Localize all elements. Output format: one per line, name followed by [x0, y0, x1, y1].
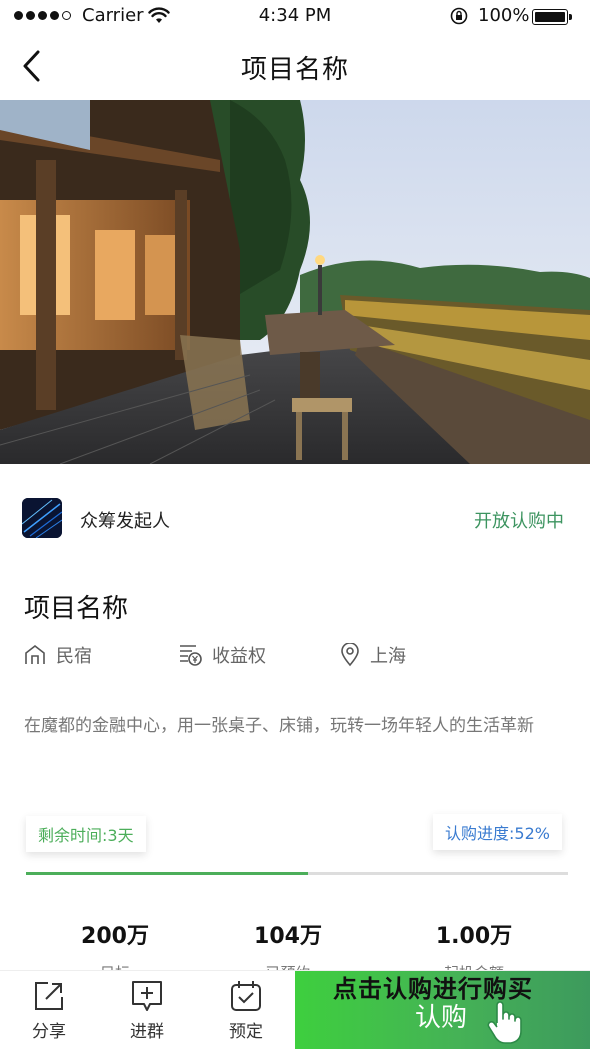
tab-share[interactable]: 分享	[19, 979, 79, 1042]
share-icon	[35, 982, 63, 1010]
meta-type-label: 收益权	[212, 646, 266, 667]
battery-percentage: 100%	[478, 5, 530, 26]
status-bar: Carrier 4:34 PM 100%	[0, 0, 590, 34]
chat-plus-icon	[132, 981, 162, 1011]
subscription-progress-tag: 认购进度:52%	[433, 814, 562, 850]
meta-location: 上海	[340, 642, 406, 668]
battery-icon	[532, 9, 572, 25]
hand-tap-icon	[487, 1001, 522, 1044]
project-description: 在魔都的金融中心，用一张桌子、床铺，玩转一场年轻人的生活革新	[24, 716, 534, 736]
stat-minimum-value: 1.00万	[435, 924, 513, 949]
tab-reserve[interactable]: 预定	[216, 979, 276, 1042]
meta-type: 收益权	[178, 642, 266, 668]
tab-join-group[interactable]: 进群	[117, 979, 177, 1042]
progress-bar	[26, 872, 568, 875]
stat-reserved-value: 104万	[254, 924, 322, 949]
page-title: 项目名称	[240, 55, 349, 85]
status-badge: 开放认购中	[474, 511, 564, 532]
stat-target-value: 200万	[81, 924, 149, 949]
tab-share-label: 分享	[32, 1022, 66, 1042]
tab-join-group-label: 进群	[130, 1022, 164, 1042]
tab-reserve-label: 预定	[229, 1022, 263, 1042]
subscribe-label: 认购	[415, 1003, 468, 1033]
house-icon	[25, 644, 45, 664]
location-pin-icon	[341, 643, 359, 667]
subscribe-button[interactable]: 点击认购进行购买 认购	[295, 971, 590, 1049]
hero-image	[0, 100, 590, 464]
project-meta: 民宿 收益权 上海	[0, 642, 590, 672]
rotation-lock-icon	[450, 7, 468, 25]
bottom-action-bar: 分享 进群 预定 点击认购进行购买 认购	[0, 970, 590, 1049]
avatar	[22, 498, 62, 538]
meta-category-label: 民宿	[56, 646, 92, 667]
navigation-bar: 项目名称	[0, 34, 590, 100]
calendar-check-icon	[231, 981, 261, 1011]
initiator-name: 众筹发起人	[80, 511, 170, 532]
project-title: 项目名称	[24, 594, 129, 624]
initiator-row[interactable]: 众筹发起人 开放认购中	[0, 494, 590, 542]
stats-row: 200万 目标 104万 已预约 1.00万 起投金额	[0, 918, 590, 982]
meta-location-label: 上海	[370, 646, 406, 667]
yen-document-icon	[180, 645, 202, 666]
remaining-time-tag: 剩余时间:3天	[26, 816, 146, 852]
progress-fill	[26, 872, 308, 875]
meta-category: 民宿	[24, 642, 92, 668]
